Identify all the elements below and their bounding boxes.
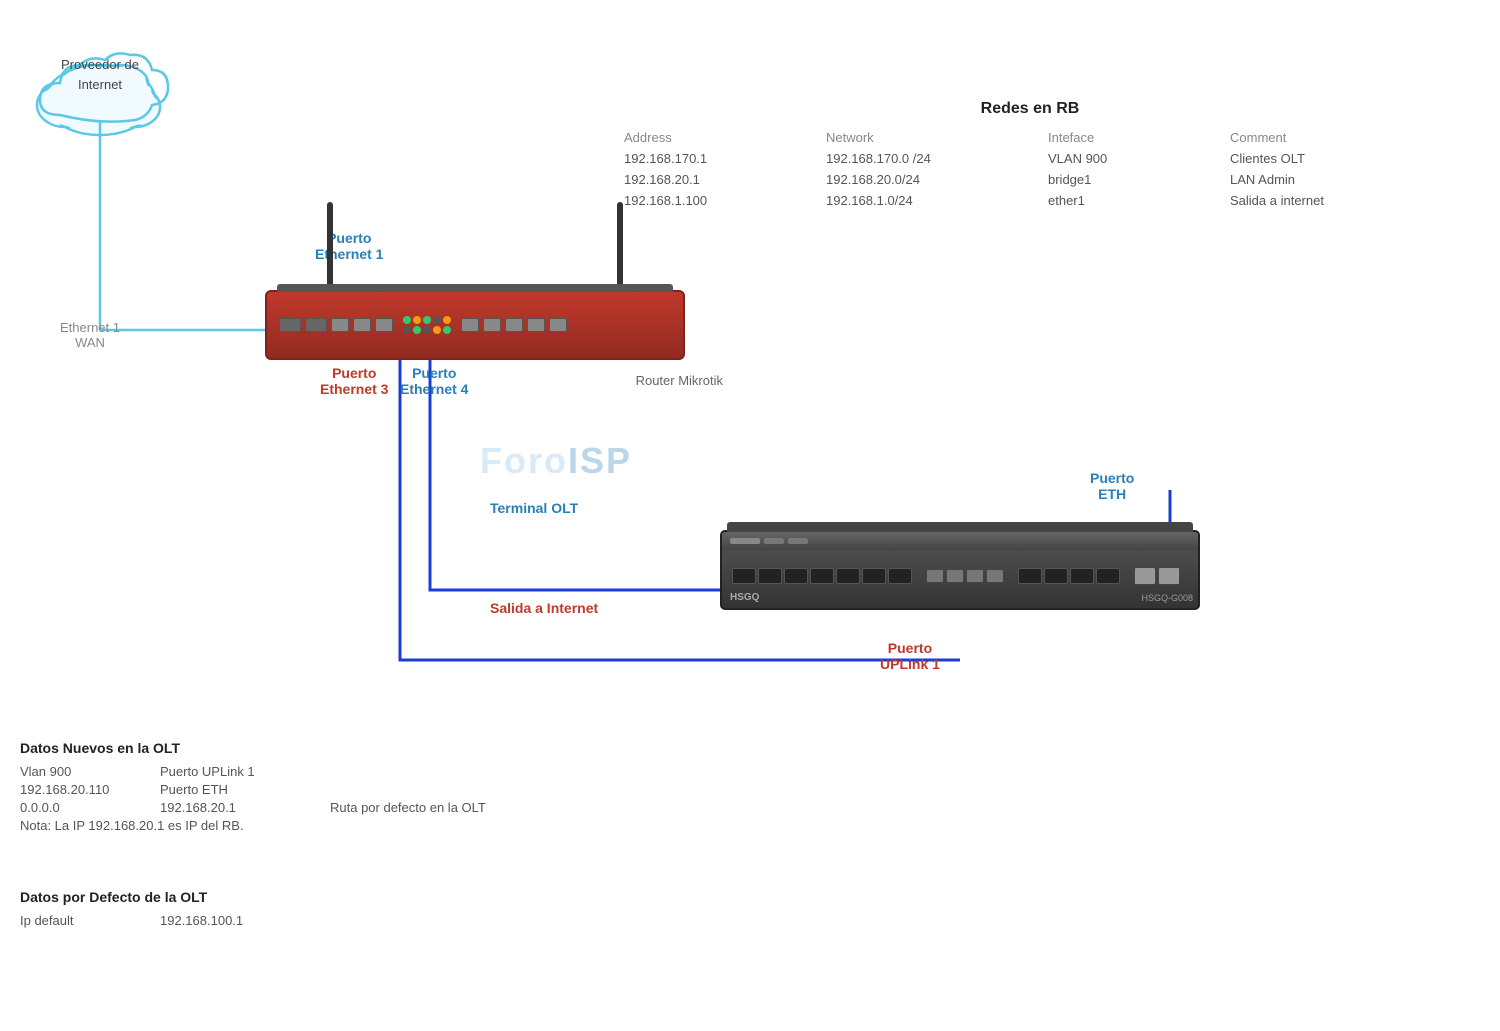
row2-address: 192.168.20.1 [620,170,820,189]
router-port-sfp2 [305,318,327,332]
col-header-inteface: Inteface [1044,128,1224,147]
ethernet1-wan-label: Ethernet 1 WAN [60,320,120,350]
col-header-address: Address [620,128,820,147]
router-label: Router Mikrotik [636,373,723,388]
olt-uplink3 [1070,568,1094,584]
col-header-network: Network [822,128,1042,147]
row2-inteface: bridge1 [1044,170,1224,189]
led7 [413,326,421,334]
olt-sfp3 [784,568,808,584]
olt-uplink1 [1018,568,1042,584]
info-row-2: 192.168.20.110 Puerto ETH [20,782,486,797]
row1-comment: Clientes OLT [1226,149,1426,168]
table-grid: Address Network Inteface Comment 192.168… [620,128,1440,210]
router-port-eth3 [375,318,393,332]
led8 [423,326,431,334]
olt-sfp2 [758,568,782,584]
led4 [433,316,441,324]
datos-defecto-title: Datos por Defecto de la OLT [20,889,243,905]
olt-model: HSGQ-G008 [1141,593,1193,603]
row2-network: 192.168.20.0/24 [822,170,1042,189]
router-port-sfp1 [279,318,301,332]
row3-inteface: ether1 [1044,191,1224,210]
cloud-label: Proveedor deInternet [30,55,170,94]
led10 [443,326,451,334]
terminal-olt-label: Terminal OLT [490,500,578,516]
olt-mgmt-eth [1134,567,1156,585]
puerto-eth1-label: Puerto Ethernet 1 [315,230,383,262]
defecto-row-1: Ip default 192.168.100.1 [20,913,243,928]
row1-network: 192.168.170.0 /24 [822,149,1042,168]
row1-address: 192.168.170.1 [620,149,820,168]
olt-sfp1 [732,568,756,584]
olt-uplink4 [1096,568,1120,584]
led2 [413,316,421,324]
info-r2-c2: Puerto ETH [160,782,310,797]
row3-network: 192.168.1.0/24 [822,191,1042,210]
olt-mgmt-eth2 [1158,567,1180,585]
router-port-eth5 [483,318,501,332]
router-port-eth4 [461,318,479,332]
led1 [403,316,411,324]
led5 [443,316,451,324]
olt-sfp6 [862,568,886,584]
router-port-eth7 [527,318,545,332]
defecto-r1-c2: 192.168.100.1 [160,913,243,928]
router-port-eth2 [353,318,371,332]
info-r4-note: Nota: La IP 192.168.20.1 es IP del RB. [20,818,244,833]
info-r3-c3: Ruta por defecto en la OLT [330,800,486,815]
puerto-eth-olt-label: Puerto ETH [1090,470,1134,502]
olt-eth4 [986,569,1004,583]
antenna-right [617,202,623,292]
router-port-eth6 [505,318,523,332]
info-row-4: Nota: La IP 192.168.20.1 es IP del RB. [20,818,486,833]
info-r3-c2: 192.168.20.1 [160,800,310,815]
info-r1-c1: Vlan 900 [20,764,140,779]
salida-internet-label: Salida a Internet [490,600,598,616]
info-r3-c1: 0.0.0.0 [20,800,140,815]
olt-uplink2 [1044,568,1068,584]
table-title: Redes en RB [620,100,1440,118]
row2-comment: LAN Admin [1226,170,1426,189]
row3-address: 192.168.1.100 [620,191,820,210]
olt-device: HSGQ HSGQ-G008 [720,530,1200,610]
olt-sfp7 [888,568,912,584]
olt-eth1 [926,569,944,583]
info-r1-c2: Puerto UPLink 1 [160,764,310,779]
defecto-r1-c1: Ip default [20,913,140,928]
row3-comment: Salida a internet [1226,191,1426,210]
router-leds [403,316,451,334]
olt-eth3 [966,569,984,583]
puerto-uplink1-label: Puerto UPLink 1 [880,640,940,672]
info-r2-c1: 192.168.20.110 [20,782,140,797]
row1-inteface: VLAN 900 [1044,149,1224,168]
datos-defecto-section: Datos por Defecto de la OLT Ip default 1… [20,889,243,931]
router-port-eth8 [549,318,567,332]
router-port-eth1 [331,318,349,332]
olt-sfp4 [810,568,834,584]
network-table: Redes en RB Address Network Inteface Com… [620,100,1440,210]
info-row-3: 0.0.0.0 192.168.20.1 Ruta por defecto en… [20,800,486,815]
olt-top [727,522,1193,532]
watermark: ForoISP [480,440,632,482]
led6 [403,326,411,334]
datos-nuevos-section: Datos Nuevos en la OLT Vlan 900 Puerto U… [20,740,486,836]
olt-eth2 [946,569,964,583]
puerto-eth3-label: Puerto Ethernet 3 [320,365,388,397]
router-ports [267,292,683,358]
led9 [433,326,441,334]
led3 [423,316,431,324]
datos-nuevos-title: Datos Nuevos en la OLT [20,740,486,756]
olt-brand: HSGQ [730,592,759,603]
router-mikrotik: Router Mikrotik [265,290,685,360]
antenna-left [327,202,333,292]
col-header-comment: Comment [1226,128,1426,147]
router-top-bar [277,284,673,292]
info-row-1: Vlan 900 Puerto UPLink 1 [20,764,486,779]
olt-sfp5 [836,568,860,584]
puerto-eth4-label: Puerto Ethernet 4 [400,365,468,397]
